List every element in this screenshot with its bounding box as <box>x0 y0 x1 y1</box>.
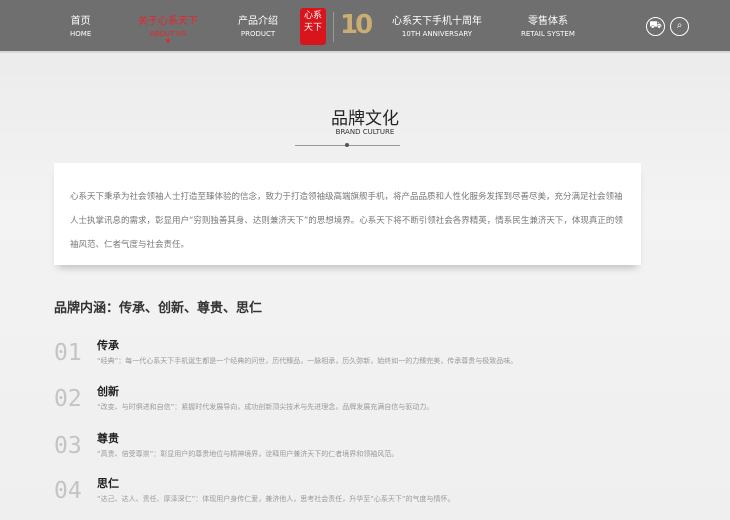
cart-icon[interactable]: ⛟ <box>646 17 665 36</box>
nav-label: 产品介绍 <box>238 16 278 27</box>
nav-sublabel: RETAIL SYSTEM <box>521 30 575 38</box>
item-desc: “经典”：每一代心系天下手机诞生都是一个经典的问世，历代臻品，一脉相承，历久弥新… <box>97 357 518 365</box>
nav-label: 关于心系天下 <box>138 16 198 27</box>
nav-label: 心系天下手机十周年 <box>392 16 482 27</box>
intro-text: 心系天下秉承为社会领袖人士打造至臻体验的信念，致力于打造领袖级高端旗舰手机，将产… <box>70 192 623 250</box>
logo-text: 心系天下 <box>303 11 322 33</box>
item-desc: “改变、与时俱进和自信”：紧握时代发展导向，成功创新顶尖技术与先进理念，品牌发展… <box>97 403 434 411</box>
item-number: 01 <box>54 340 82 366</box>
connotation-heading: 品牌内涵：传承、创新、尊贵、思仁 <box>54 301 263 316</box>
brand-logo[interactable]: 心系天下 <box>300 8 326 45</box>
nav-label: 零售体系 <box>527 16 568 27</box>
intro-card: 心系天下秉承为社会领袖人士打造至臻体验的信念，致力于打造领袖级高端旗舰手机，将产… <box>54 163 641 265</box>
nav-product[interactable]: 产品介绍 PRODUCT <box>238 15 278 39</box>
item-desc: “达己、达人、责任、厚泽深仁”：体现用户身传仁爱，兼济他人，思考社会责任，升华至… <box>97 495 455 503</box>
item-desc: “高贵、倍受尊崇”：彰显用户的尊贵地位与精神境界，诠释用户兼济天下的仁者境界和领… <box>97 450 399 458</box>
nav-10th-anniversary[interactable]: 心系天下手机十周年 10TH ANNIVERSARY <box>392 15 482 39</box>
nav-about-us[interactable]: 关于心系天下 ABOUT US ▼ <box>138 15 198 45</box>
page-title: 品牌文化 <box>331 109 399 129</box>
item-title: 思仁 <box>97 477 119 490</box>
item-title: 尊贵 <box>97 432 119 445</box>
item-number: 03 <box>54 433 82 459</box>
item-number: 04 <box>54 478 82 504</box>
nav-sublabel: 10TH ANNIVERSARY <box>401 30 473 38</box>
nav-sublabel: HOME <box>70 30 92 38</box>
item-title: 创新 <box>97 385 119 398</box>
nav-sublabel: PRODUCT <box>240 30 276 38</box>
nav-home[interactable]: 首页 HOME <box>70 15 91 39</box>
nav-label: 首页 <box>70 16 91 27</box>
item-title: 传承 <box>97 339 119 352</box>
nav-retail-system[interactable]: 零售体系 RETAIL SYSTEM <box>521 15 575 39</box>
page-subtitle: BRAND CULTURE <box>335 128 395 136</box>
active-indicator-icon: ▼ <box>165 38 171 45</box>
title-divider-dot <box>345 143 349 147</box>
logo-divider <box>333 12 334 42</box>
item-number: 02 <box>54 386 82 412</box>
top-nav: 首页 HOME 关于心系天下 ABOUT US ▼ 产品介绍 PRODUCT 心系天下 … <box>0 0 730 53</box>
search-icon[interactable]: ⌕ <box>670 17 689 36</box>
anniversary-logo: 10 <box>340 10 373 40</box>
